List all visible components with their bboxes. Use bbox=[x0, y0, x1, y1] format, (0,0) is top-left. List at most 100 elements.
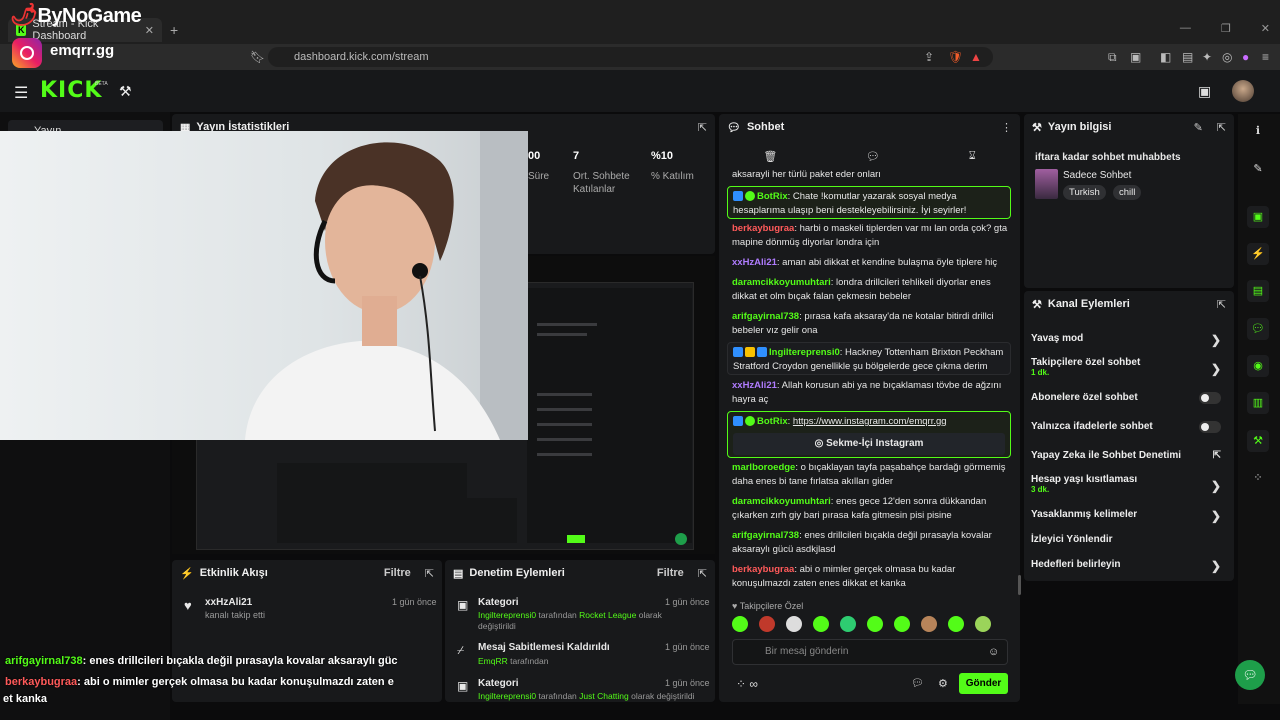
popout-icon[interactable]: ⇱ bbox=[1217, 298, 1226, 311]
mod-item-desc: EmqRR tarafından bbox=[478, 656, 549, 666]
info-icon[interactable]: ℹ bbox=[1247, 120, 1269, 142]
emote-icon[interactable] bbox=[759, 616, 775, 632]
minimize-icon[interactable]: — bbox=[1180, 22, 1191, 35]
broadcast-icon[interactable]: ◉ bbox=[1247, 355, 1269, 377]
category-icon: ▣ bbox=[457, 598, 469, 612]
tag-chip[interactable]: chill bbox=[1113, 185, 1142, 200]
category-name[interactable]: Sadece Sohbet bbox=[1063, 170, 1131, 181]
close-window-icon[interactable]: ✕ bbox=[1261, 22, 1270, 35]
action-slow-mode[interactable]: Yavaş mod ❯ bbox=[1031, 333, 1231, 347]
emote-icon[interactable] bbox=[786, 616, 802, 632]
chevron-right-icon: ❯ bbox=[1210, 509, 1221, 523]
maximize-icon[interactable]: ❐ bbox=[1221, 22, 1231, 35]
wallet-icon[interactable]: ▤ bbox=[1182, 50, 1193, 64]
emote-icon[interactable] bbox=[894, 616, 910, 632]
emote-icon[interactable] bbox=[813, 616, 829, 632]
chevron-right-icon: ❯ bbox=[1210, 479, 1221, 493]
info-title: Yayın bilgisi bbox=[1047, 121, 1112, 133]
action-ai-moderation[interactable]: Yapay Zeka ile Sohbet Denetimi ⇱ bbox=[1031, 450, 1231, 461]
action-account-age[interactable]: Hesap yaşı kısıtlaması 3 dk. ❯ bbox=[1031, 474, 1231, 494]
popout-icon[interactable]: ⇱ bbox=[698, 121, 707, 134]
tag-chip[interactable]: Turkish bbox=[1063, 185, 1106, 200]
url-field[interactable]: dashboard.kick.com/stream bbox=[268, 47, 993, 67]
send-button[interactable]: Gönder bbox=[959, 673, 1008, 694]
action-followers-only[interactable]: Takipçilere özel sohbet 1 dk. ❯ bbox=[1031, 357, 1231, 377]
follower-only-label: ♥ Takipçilere Özel bbox=[732, 601, 804, 611]
edit-icon[interactable]: ✎ bbox=[1247, 158, 1269, 180]
action-banned-words[interactable]: Yasaklanmış kelimeler ❯ bbox=[1031, 509, 1231, 523]
feed-item-time: 1 gün önce bbox=[392, 597, 437, 607]
emote-icon[interactable] bbox=[948, 616, 964, 632]
sidebar-icon[interactable]: ◧ bbox=[1160, 50, 1171, 64]
mod-filter-button[interactable]: Filtre bbox=[657, 567, 684, 580]
chat-link[interactable]: https://www.instagram.com/emqrr.gg bbox=[793, 416, 947, 427]
chat-input[interactable]: Bir mesaj gönderin bbox=[732, 639, 1008, 665]
menu-icon[interactable]: ≡ bbox=[1262, 50, 1269, 64]
brave-shield-icon[interactable]: 🛡︎ bbox=[948, 50, 963, 64]
infinity-icon[interactable]: ⁘ ∞ bbox=[736, 677, 758, 691]
emote-bar bbox=[732, 616, 1012, 634]
rewards-icon[interactable]: ▲ bbox=[970, 50, 982, 64]
emote-icon[interactable] bbox=[840, 616, 856, 632]
chat-message: aksarayli her türlü paket eder onları bbox=[732, 169, 881, 180]
emote-icon[interactable] bbox=[921, 616, 937, 632]
mod-title: Denetim Eylemleri bbox=[469, 567, 565, 579]
extensions-icon[interactable]: ⧉ bbox=[1108, 50, 1117, 65]
verified-badge-icon bbox=[733, 347, 743, 358]
document-icon[interactable]: ▤ bbox=[1247, 280, 1269, 302]
chat-scrollbar[interactable] bbox=[1018, 575, 1021, 595]
lightning-icon[interactable]: ⚡ bbox=[1247, 243, 1269, 265]
popout-icon[interactable]: ⇱ bbox=[698, 567, 707, 580]
bookmark-icon[interactable]: 🔖︎ bbox=[250, 50, 265, 64]
emoji-icon[interactable]: ☺ bbox=[988, 646, 999, 658]
hamburger-menu-icon[interactable]: ☰ bbox=[14, 83, 28, 103]
kick-logo[interactable]: KICK bbox=[40, 78, 102, 103]
trash-icon[interactable]: 🗑︎ bbox=[763, 150, 777, 163]
mod-item-desc: Ingiltereprensi0 tarafından Just Chattin… bbox=[478, 691, 695, 701]
popout-icon[interactable]: ⇱ bbox=[425, 567, 434, 580]
toggle-switch[interactable] bbox=[1199, 392, 1221, 404]
action-raid[interactable]: İzleyici Yönlendir bbox=[1031, 534, 1231, 545]
screenshot-icon[interactable]: ▣ bbox=[1130, 50, 1141, 64]
action-set-goals[interactable]: Hedefleri belirleyin ❯ bbox=[1031, 559, 1231, 573]
profile-icon[interactable]: ● bbox=[1242, 50, 1249, 64]
emote-icon[interactable] bbox=[867, 616, 883, 632]
feed-filter-button[interactable]: Filtre bbox=[384, 567, 411, 580]
vpn-icon[interactable]: ◎ bbox=[1222, 50, 1232, 64]
edit-icon[interactable]: ✎ bbox=[1194, 121, 1203, 134]
chat-assistant-button[interactable]: 💬︎ bbox=[1235, 660, 1265, 690]
chat-mode-icon[interactable]: 💬︎ bbox=[911, 678, 924, 689]
apps-icon[interactable]: ⁘ bbox=[1247, 467, 1269, 489]
browser-tabbar bbox=[0, 0, 1280, 44]
beta-label: BETA bbox=[95, 81, 108, 87]
tool-icon[interactable]: ⚒ bbox=[1247, 430, 1269, 452]
category-thumbnail[interactable] bbox=[1035, 169, 1058, 199]
chat-message: xxHzAli21: Allah korusun abi ya ne bıçak… bbox=[732, 380, 1002, 405]
toggle-switch[interactable] bbox=[1199, 421, 1221, 433]
chat-toolbar: 🗑︎ 💬︎ ⌛︎ bbox=[719, 144, 1020, 168]
user-avatar[interactable] bbox=[1232, 80, 1254, 102]
hourglass-icon[interactable]: ⌛︎ bbox=[969, 150, 976, 163]
kebab-menu-icon[interactable]: ⋮ bbox=[1001, 121, 1012, 134]
chat-mode-icon[interactable]: 💬︎ bbox=[866, 150, 880, 163]
chevron-right-icon: ❯ bbox=[1210, 333, 1221, 347]
camera-icon[interactable]: ▣ bbox=[1198, 83, 1211, 100]
feed-item-user[interactable]: xxHzAli21 bbox=[205, 597, 252, 608]
share-icon[interactable]: ⇪ bbox=[924, 50, 934, 64]
emote-icon[interactable] bbox=[975, 616, 991, 632]
layout-icon[interactable]: ▥ bbox=[1247, 392, 1269, 414]
chat-message: arifgayirnal738: pırasa kafa aksaray'da … bbox=[732, 311, 994, 336]
close-tab-icon[interactable]: ✕ bbox=[145, 24, 154, 37]
chat-icon[interactable]: 💬︎ bbox=[1247, 318, 1269, 340]
external-link-icon: ⇱ bbox=[1212, 450, 1221, 461]
instagram-link-button[interactable]: ◎ Sekme-İçi Instagram bbox=[733, 433, 1005, 455]
tools-icon[interactable]: ⚒ bbox=[119, 83, 132, 100]
popout-icon[interactable]: ⇱ bbox=[1217, 121, 1226, 134]
capture-icon[interactable]: ▣ bbox=[1247, 206, 1269, 228]
new-tab-icon[interactable]: + bbox=[170, 22, 178, 38]
mod-item-title: Mesaj Sabitlemesi Kaldırıldı bbox=[478, 642, 610, 653]
gear-icon[interactable]: ⚙ bbox=[938, 677, 948, 690]
emote-icon[interactable] bbox=[732, 616, 748, 632]
chat-message-bot: BotRix: Chate !komutlar yazarak sosyal m… bbox=[727, 186, 1011, 219]
leo-icon[interactable]: ✦ bbox=[1202, 50, 1212, 64]
